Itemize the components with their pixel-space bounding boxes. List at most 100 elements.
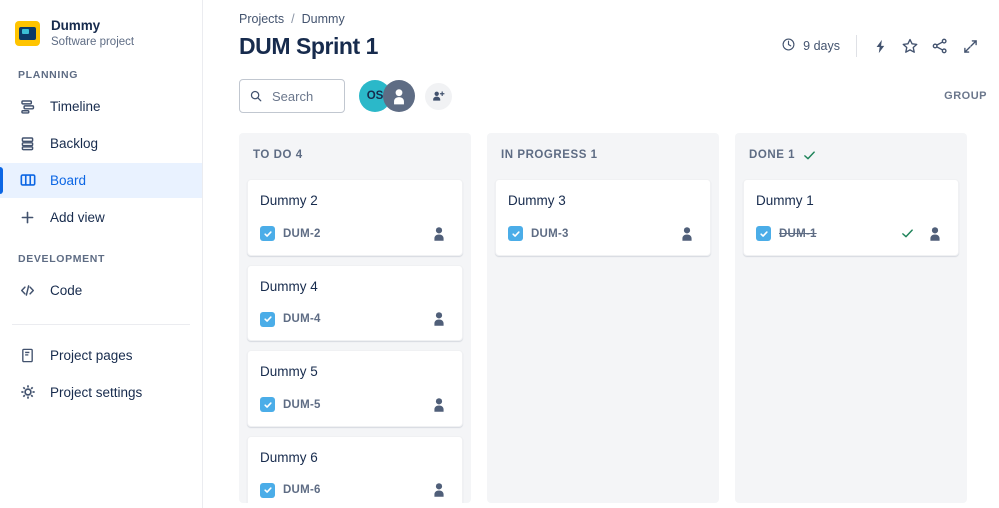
task-type-icon [260, 397, 275, 413]
section-label-planning: PLANNING [18, 68, 79, 81]
days-remaining: 9 days [781, 37, 856, 55]
search-box[interactable] [239, 79, 345, 113]
toolbar-left: OS [239, 79, 452, 113]
card-footer: DUM-6 [260, 479, 450, 501]
plus-icon [18, 208, 37, 227]
board-toolbar: OS [239, 79, 999, 113]
sidebar-item-label: Code [50, 282, 83, 298]
sidebar-item-label: Board [50, 172, 87, 188]
column-title: DONE 1 [749, 149, 796, 161]
project-name: Dummy [51, 18, 101, 33]
automation-icon[interactable] [865, 31, 895, 61]
assignee-avatar[interactable] [676, 223, 698, 245]
sidebar-item-backlog[interactable]: Backlog [0, 126, 202, 161]
expand-icon[interactable] [955, 31, 985, 61]
sidebar-item-label: Backlog [50, 135, 99, 151]
board-column-todo: TO DO 4 Dummy 2 DUM-2 Dummy 4 DUM-4 Dumm… [239, 133, 471, 503]
issue-key[interactable]: DUM-1 [779, 228, 817, 240]
code-icon [18, 281, 37, 300]
board-card[interactable]: Dummy 4 DUM-4 [247, 264, 463, 342]
card-title: Dummy 3 [508, 193, 566, 208]
backlog-icon [18, 134, 37, 153]
add-person-button[interactable] [425, 82, 452, 110]
card-footer: DUM-2 [260, 223, 450, 245]
search-input[interactable] [272, 88, 335, 104]
gear-icon [18, 383, 37, 402]
assignee-avatar[interactable] [428, 308, 450, 330]
column-header: IN PROGRESS 1 [495, 144, 711, 164]
header-actions: 9 days [781, 31, 985, 61]
card-title: Dummy 6 [260, 449, 318, 465]
sidebar: Dummy Software project PLANNING Timeline [0, 0, 203, 508]
sidebar-item-project-pages[interactable]: Project pages [0, 338, 202, 373]
card-done-check-icon [901, 227, 914, 240]
sidebar-item-code[interactable]: Code [0, 273, 202, 308]
issue-key[interactable]: DUM-6 [283, 484, 321, 496]
sidebar-item-label: Timeline [50, 98, 101, 114]
breadcrumb-project[interactable]: Dummy [302, 12, 345, 26]
avatar[interactable] [383, 80, 415, 112]
card-title: Dummy 4 [260, 278, 318, 294]
task-type-icon [508, 226, 523, 242]
avatar-group: OS [359, 80, 452, 112]
project-meta: Dummy Software project [51, 18, 134, 49]
column-title: TO DO 4 [253, 149, 303, 161]
column-header: TO DO 4 [247, 144, 463, 164]
sidebar-item-timeline[interactable]: Timeline [0, 89, 202, 124]
section-label-development: DEVELOPMENT [18, 252, 106, 265]
assignee-avatar[interactable] [428, 479, 450, 501]
board-card[interactable]: Dummy 2 DUM-2 [247, 179, 463, 256]
assignee-avatar[interactable] [924, 223, 946, 245]
main-content: Projects / Dummy DUM Sprint 1 9 days Sea… [203, 0, 999, 508]
task-type-icon [260, 226, 275, 242]
sidebar-item-board[interactable]: Board [0, 162, 202, 198]
project-header[interactable]: Dummy Software project [0, 12, 202, 49]
board-card[interactable]: Dummy 3 DUM-3 [495, 179, 711, 256]
column-done-check-icon [803, 149, 816, 162]
task-type-icon [260, 311, 275, 327]
days-remaining-label: 9 days [803, 39, 840, 53]
wallet-icon [15, 20, 40, 46]
task-type-icon [756, 226, 771, 242]
group-by-label[interactable]: GROUP [944, 90, 989, 102]
star-icon[interactable] [895, 31, 925, 61]
sidebar-item-label: Project pages [50, 347, 133, 363]
issue-key[interactable]: DUM-3 [531, 228, 569, 240]
card-footer: DUM-5 [260, 394, 450, 416]
title-row: DUM Sprint 1 9 days [239, 31, 999, 61]
share-icon[interactable] [925, 31, 955, 61]
card-footer: DUM-3 [508, 223, 698, 245]
search-icon [249, 89, 263, 103]
column-header: DONE 1 [743, 144, 959, 164]
page-icon [18, 346, 37, 365]
board-card[interactable]: Dummy 6 DUM-6 [247, 435, 463, 503]
breadcrumb: Projects / Dummy [239, 0, 999, 26]
board-column-in-progress: IN PROGRESS 1 Dummy 3 DUM-3 [487, 133, 719, 503]
board-column-done: DONE 1 Dummy 1 DUM-1 [735, 133, 967, 503]
breadcrumb-projects[interactable]: Projects [239, 12, 284, 26]
card-title: Dummy 1 [756, 193, 814, 208]
page-title: DUM Sprint 1 [239, 32, 378, 59]
assignee-avatar[interactable] [428, 394, 450, 416]
board-card[interactable]: Dummy 1 DUM-1 [743, 179, 959, 256]
timeline-icon [18, 97, 37, 116]
sidebar-item-label: Add view [50, 209, 105, 225]
issue-key[interactable]: DUM-5 [283, 399, 321, 411]
assignee-avatar[interactable] [428, 223, 450, 245]
sidebar-divider [12, 323, 190, 325]
clock-icon [781, 37, 796, 55]
sidebar-item-add-view[interactable]: Add view [0, 200, 202, 235]
sidebar-item-project-settings[interactable]: Project settings [0, 375, 202, 410]
board-card[interactable]: Dummy 5 DUM-5 [247, 350, 463, 427]
sidebar-item-label: Project settings [50, 384, 143, 400]
breadcrumb-separator: / [291, 12, 295, 26]
project-subtitle: Software project [51, 35, 135, 48]
header-divider [856, 35, 857, 57]
card-footer: DUM-4 [260, 308, 450, 330]
card-title: Dummy 2 [260, 193, 318, 208]
app-root: Dummy Software project PLANNING Timeline [0, 0, 999, 508]
task-type-icon [260, 482, 275, 498]
column-title: IN PROGRESS 1 [501, 149, 598, 161]
issue-key[interactable]: DUM-2 [283, 228, 321, 240]
issue-key[interactable]: DUM-4 [283, 313, 321, 325]
